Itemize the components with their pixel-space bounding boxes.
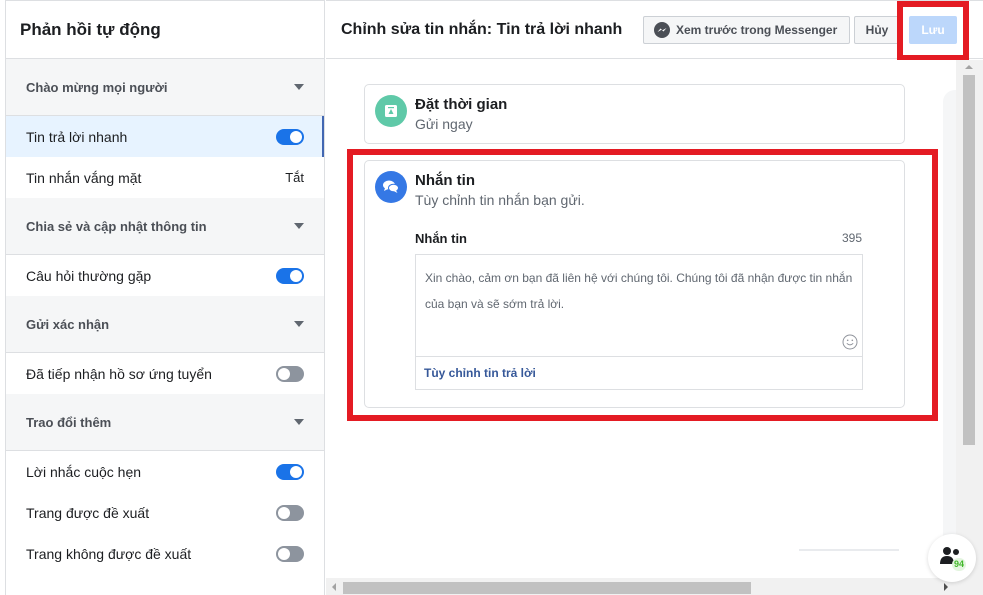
message-subtitle: Tùy chỉnh tin nhắn bạn gửi.	[415, 192, 585, 208]
section-header-share-info[interactable]: Chia sẻ và cập nhật thông tin	[6, 198, 324, 255]
cancel-button[interactable]: Hủy	[854, 16, 900, 44]
sidebar: Phản hồi tự động Chào mừng mọi người Tin…	[5, 0, 325, 595]
toggle-recommended-page[interactable]	[276, 504, 304, 521]
caret-down-icon	[294, 419, 304, 425]
char-count: 395	[841, 231, 862, 245]
schedule-card[interactable]: Đặt thời gian Gửi ngay	[364, 84, 905, 144]
toggle-knob	[278, 506, 290, 519]
message-card: Nhắn tin Tùy chỉnh tin nhắn bạn gửi. Nhắ…	[364, 160, 905, 408]
sidebar-item-label: Câu hỏi thường gặp	[26, 267, 152, 284]
sidebar-item-label: Lời nhắc cuộc hẹn	[26, 463, 142, 480]
sidebar-item-label: Trang được đề xuất	[26, 504, 150, 521]
emoji-icon[interactable]	[842, 334, 858, 350]
save-button[interactable]: Lưu	[909, 16, 957, 44]
sidebar-item-appointment-reminder[interactable]: Lời nhắc cuộc hẹn	[6, 451, 324, 492]
vertical-scroll-thumb[interactable]	[963, 75, 975, 445]
section-header-welcome[interactable]: Chào mừng mọi người	[6, 59, 324, 116]
caret-down-icon	[294, 84, 304, 90]
message-title: Nhắn tin	[415, 172, 475, 189]
message-field-label: Nhắn tin	[415, 231, 467, 246]
customize-reply-link[interactable]: Tùy chỉnh tin trả lời	[416, 356, 862, 389]
sidebar-item-label: Trang không được đề xuất	[26, 545, 192, 562]
sidebar-item-application-received[interactable]: Đã tiếp nhận hồ sơ ứng tuyển	[6, 353, 324, 394]
toggle-knob	[290, 269, 302, 282]
sidebar-title: Phản hồi tự động	[6, 1, 324, 59]
toggle-instant-reply[interactable]	[276, 128, 304, 145]
schedule-title: Đặt thời gian	[415, 96, 508, 113]
toggle-knob	[290, 465, 302, 478]
toggle-knob	[290, 130, 302, 143]
people-button[interactable]: 94	[928, 534, 976, 582]
section-header-label: Trao đổi thêm	[26, 414, 112, 430]
toggle-not-recommended-page[interactable]	[276, 545, 304, 562]
sidebar-item-away-message[interactable]: Tin nhắn vắng mặt Tắt	[6, 157, 324, 198]
page-title: Chỉnh sửa tin nhắn: Tin trả lời nhanh	[341, 20, 623, 38]
chat-bubbles-icon	[375, 171, 407, 203]
sidebar-item-label: Tin nhắn vắng mặt	[26, 169, 142, 186]
toggle-knob	[278, 547, 290, 560]
toggle-faq[interactable]	[276, 267, 304, 284]
schedule-icon	[375, 95, 407, 127]
sidebar-item-instant-reply[interactable]: Tin trả lời nhanh	[6, 116, 324, 157]
main-panel: Chỉnh sửa tin nhắn: Tin trả lời nhanh Xe…	[326, 0, 983, 595]
section-header-confirmation[interactable]: Gửi xác nhận	[6, 296, 324, 353]
sidebar-item-faq[interactable]: Câu hỏi thường gặp	[6, 255, 324, 296]
vertical-scrollbar[interactable]	[956, 60, 983, 595]
sidebar-item-label: Tin trả lời nhanh	[26, 128, 128, 145]
message-textarea[interactable]	[416, 255, 862, 356]
divider	[799, 549, 899, 551]
preview-in-messenger-button[interactable]: Xem trước trong Messenger	[643, 16, 850, 44]
sidebar-item-label: Đã tiếp nhận hồ sơ ứng tuyển	[26, 365, 212, 382]
message-editor: Tùy chỉnh tin trả lời	[415, 254, 863, 390]
people-count-badge: 94	[952, 558, 967, 571]
toggle-appointment-reminder[interactable]	[276, 463, 304, 480]
sidebar-item-recommended-page[interactable]: Trang được đề xuất	[6, 492, 324, 533]
content-gutter	[943, 90, 956, 581]
caret-down-icon	[294, 321, 304, 327]
scroll-left-arrow-icon[interactable]	[332, 583, 336, 591]
schedule-subtitle: Gửi ngay	[415, 116, 473, 132]
caret-down-icon	[294, 223, 304, 229]
scroll-up-arrow-icon[interactable]	[965, 65, 973, 69]
section-header-label: Chào mừng mọi người	[26, 79, 168, 95]
toggle-knob	[278, 367, 290, 380]
preview-button-label: Xem trước trong Messenger	[676, 23, 838, 37]
header-bar: Chỉnh sửa tin nhắn: Tin trả lời nhanh Xe…	[326, 1, 983, 59]
away-message-status: Tắt	[285, 170, 304, 185]
toggle-application-received[interactable]	[276, 365, 304, 382]
horizontal-scroll-thumb[interactable]	[343, 582, 751, 594]
editor-content: Đặt thời gian Gửi ngay Nhắn tin Tùy chỉn…	[326, 60, 956, 581]
sidebar-item-not-recommended-page[interactable]: Trang không được đề xuất	[6, 533, 324, 574]
horizontal-scrollbar[interactable]	[326, 578, 956, 595]
section-header-label: Gửi xác nhận	[26, 316, 110, 332]
scroll-right-arrow-icon[interactable]	[944, 583, 948, 591]
section-header-follow-up[interactable]: Trao đổi thêm	[6, 394, 324, 451]
messenger-icon	[654, 22, 670, 38]
section-header-label: Chia sẻ và cập nhật thông tin	[26, 218, 207, 234]
